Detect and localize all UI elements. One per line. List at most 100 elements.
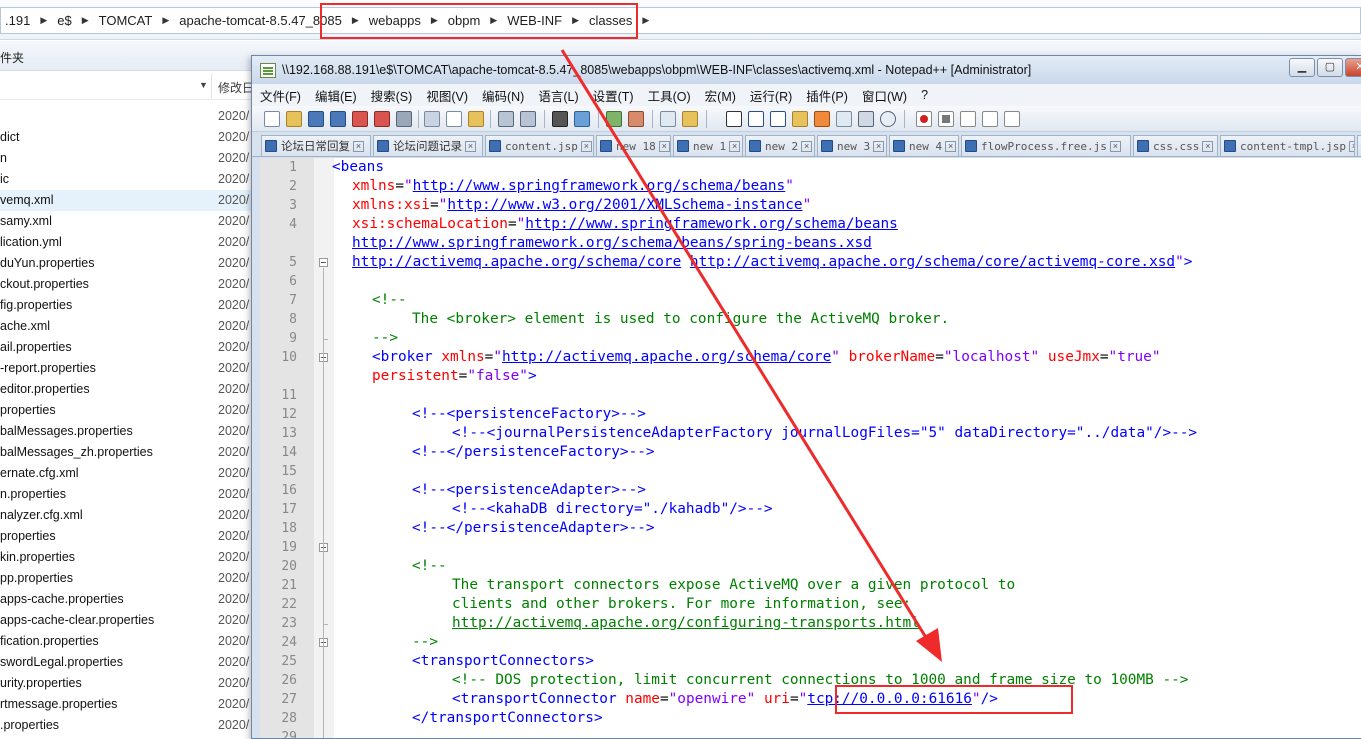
breadcrumb-tomcat[interactable]: TOMCAT (97, 13, 155, 28)
tab-close-icon[interactable]: × (1109, 140, 1121, 152)
menu-search[interactable]: 搜索(S) (371, 86, 413, 105)
document-tab[interactable]: new 3 × (817, 135, 887, 156)
activemq-core-schema-link[interactable]: http://activemq.apache.org/schema/core (352, 254, 681, 270)
maximize-button[interactable]: ▢ (1317, 58, 1343, 77)
document-tab[interactable]: 论坛日常回复 × (261, 135, 371, 156)
spring-beans-xsd-link[interactable]: http://www.springframework.org/schema/be… (352, 235, 872, 251)
file-row[interactable]: apps-cache.properties 2020/ (0, 589, 260, 610)
menu-run[interactable]: 运行(R) (750, 86, 792, 105)
word-wrap-icon[interactable] (726, 111, 742, 127)
menu-encoding[interactable]: 编码(N) (482, 86, 524, 105)
tab-close-icon[interactable]: × (1202, 140, 1214, 152)
file-row[interactable]: pp.properties 2020/ (0, 568, 260, 589)
xmlns-url-link[interactable]: http://www.springframework.org/schema/be… (413, 178, 786, 194)
column-divider[interactable] (211, 74, 212, 98)
file-row[interactable]: kin.properties 2020/ (0, 547, 260, 568)
file-row[interactable]: fication.properties 2020/ (0, 631, 260, 652)
menu-settings[interactable]: 设置(T) (593, 86, 634, 105)
paste-icon[interactable] (468, 111, 484, 127)
file-row[interactable]: lication.yml 2020/ (0, 232, 260, 253)
document-tab[interactable]: new 18 × (596, 135, 671, 156)
zoom-in-icon[interactable] (606, 111, 622, 127)
close-file-icon[interactable] (352, 111, 368, 127)
file-row[interactable]: balMessages_zh.properties 2020/ (0, 442, 260, 463)
breadcrumb-host[interactable]: .191 (3, 13, 32, 28)
file-row[interactable]: ic 2020/ (0, 169, 260, 190)
zoom-out-icon[interactable] (628, 111, 644, 127)
notepadpp-app-icon[interactable] (260, 63, 276, 78)
file-row[interactable]: ernate.cfg.xml 2020/ (0, 463, 260, 484)
tab-close-icon[interactable]: × (580, 140, 592, 152)
record-macro-icon[interactable] (916, 111, 932, 127)
show-all-chars-icon[interactable] (748, 111, 764, 127)
tab-close-icon[interactable]: × (465, 140, 476, 152)
tab-close-icon[interactable]: × (729, 140, 741, 152)
document-tab[interactable]: new 4 × (889, 135, 959, 156)
xsi-url-link[interactable]: http://www.w3.org/2001/XMLSchema-instanc… (447, 197, 802, 213)
indent-guide-icon[interactable] (770, 111, 786, 127)
close-button[interactable]: ✕ (1345, 58, 1361, 77)
file-row[interactable]: ail.properties 2020/ (0, 337, 260, 358)
file-row[interactable]: n.properties 2020/ (0, 484, 260, 505)
redo-icon[interactable] (520, 111, 536, 127)
save-macro-icon[interactable] (1004, 111, 1020, 127)
language-icon[interactable] (792, 111, 808, 127)
menu-window[interactable]: 窗口(W) (862, 86, 907, 105)
document-tab[interactable]: flowProcess.free.js × (961, 135, 1131, 156)
monitoring-eye-icon[interactable] (880, 111, 896, 127)
configuring-transports-link[interactable]: http://activemq.apache.org/configuring-t… (452, 615, 920, 631)
function-list-icon[interactable] (836, 111, 852, 127)
file-row[interactable]: editor.properties 2020/ (0, 379, 260, 400)
document-tab[interactable]: content-tmpl.jsp× (1220, 135, 1355, 156)
file-row[interactable]: apps-cache-clear.properties 2020/ (0, 610, 260, 631)
new-folder-button[interactable]: 件夹 (0, 49, 24, 66)
cut-icon[interactable] (424, 111, 440, 127)
undo-icon[interactable] (498, 111, 514, 127)
menu-plugins[interactable]: 插件(P) (806, 86, 848, 105)
menu-tools[interactable]: 工具(O) (648, 86, 691, 105)
document-tab[interactable]: new 2 × (745, 135, 815, 156)
new-file-icon[interactable] (264, 111, 280, 127)
menu-language[interactable]: 语言(L) (538, 86, 578, 105)
print-icon[interactable] (396, 111, 412, 127)
menu-macro[interactable]: 宏(M) (705, 86, 736, 105)
tab-close-icon[interactable]: × (353, 140, 364, 152)
play-macro-icon[interactable] (960, 111, 976, 127)
file-row[interactable]: properties 2020/ (0, 400, 260, 421)
file-row[interactable]: rtmessage.properties 2020/ (0, 694, 260, 715)
document-tab[interactable]: new 1 × (673, 135, 743, 156)
file-row[interactable]: -report.properties 2020/ (0, 358, 260, 379)
file-row[interactable]: nalyzer.cfg.xml 2020/ (0, 505, 260, 526)
column-modified[interactable]: 修改日 (218, 79, 254, 96)
sync-vertical-icon[interactable] (660, 111, 676, 127)
file-row[interactable]: ache.xml 2020/ (0, 316, 260, 337)
file-row[interactable]: duYun.properties 2020/ (0, 253, 260, 274)
breadcrumb-separator-icon[interactable]: ▶ (74, 15, 97, 26)
breadcrumb-separator-icon[interactable]: ▶ (32, 15, 55, 26)
tab-close-icon[interactable]: × (1348, 140, 1354, 152)
file-row[interactable]: n 2020/ (0, 148, 260, 169)
copy-icon[interactable] (446, 111, 462, 127)
file-row[interactable]: ckout.properties 2020/ (0, 274, 260, 295)
document-tab[interactable]: new (1357, 135, 1361, 156)
tab-close-icon[interactable]: × (658, 140, 670, 152)
play-macro-multiple-icon[interactable] (982, 111, 998, 127)
tab-close-icon[interactable]: × (801, 140, 813, 152)
sort-chevron-down-icon[interactable]: ▼ (199, 80, 208, 90)
code-editor[interactable]: 1 2 3 4 5 6 7 8 9 10 11 12 13 14 15 16 17 18 19 20 21 22 23 24 2… (260, 158, 1361, 738)
breadcrumb-share[interactable]: e$ (55, 13, 73, 28)
open-file-icon[interactable] (286, 111, 302, 127)
activemq-core-xsd-link[interactable]: http://activemq.apache.org/schema/core/a… (690, 254, 1175, 270)
document-tab[interactable]: content.jsp × (485, 135, 594, 156)
save-all-icon[interactable] (330, 111, 346, 127)
fold-toggle-icon[interactable] (319, 258, 328, 267)
file-row[interactable]: fig.properties 2020/ (0, 295, 260, 316)
menu-help[interactable]: ? (921, 88, 928, 102)
file-row[interactable]: balMessages.properties 2020/ (0, 421, 260, 442)
file-row[interactable]: swordLegal.properties 2020/ (0, 652, 260, 673)
file-row[interactable]: 2020/ (0, 106, 260, 127)
sync-horizontal-icon[interactable] (682, 111, 698, 127)
menu-file[interactable]: 文件(F) (260, 86, 301, 105)
breadcrumb-separator-icon[interactable]: ▶ (154, 15, 177, 26)
menu-edit[interactable]: 编辑(E) (315, 86, 357, 105)
